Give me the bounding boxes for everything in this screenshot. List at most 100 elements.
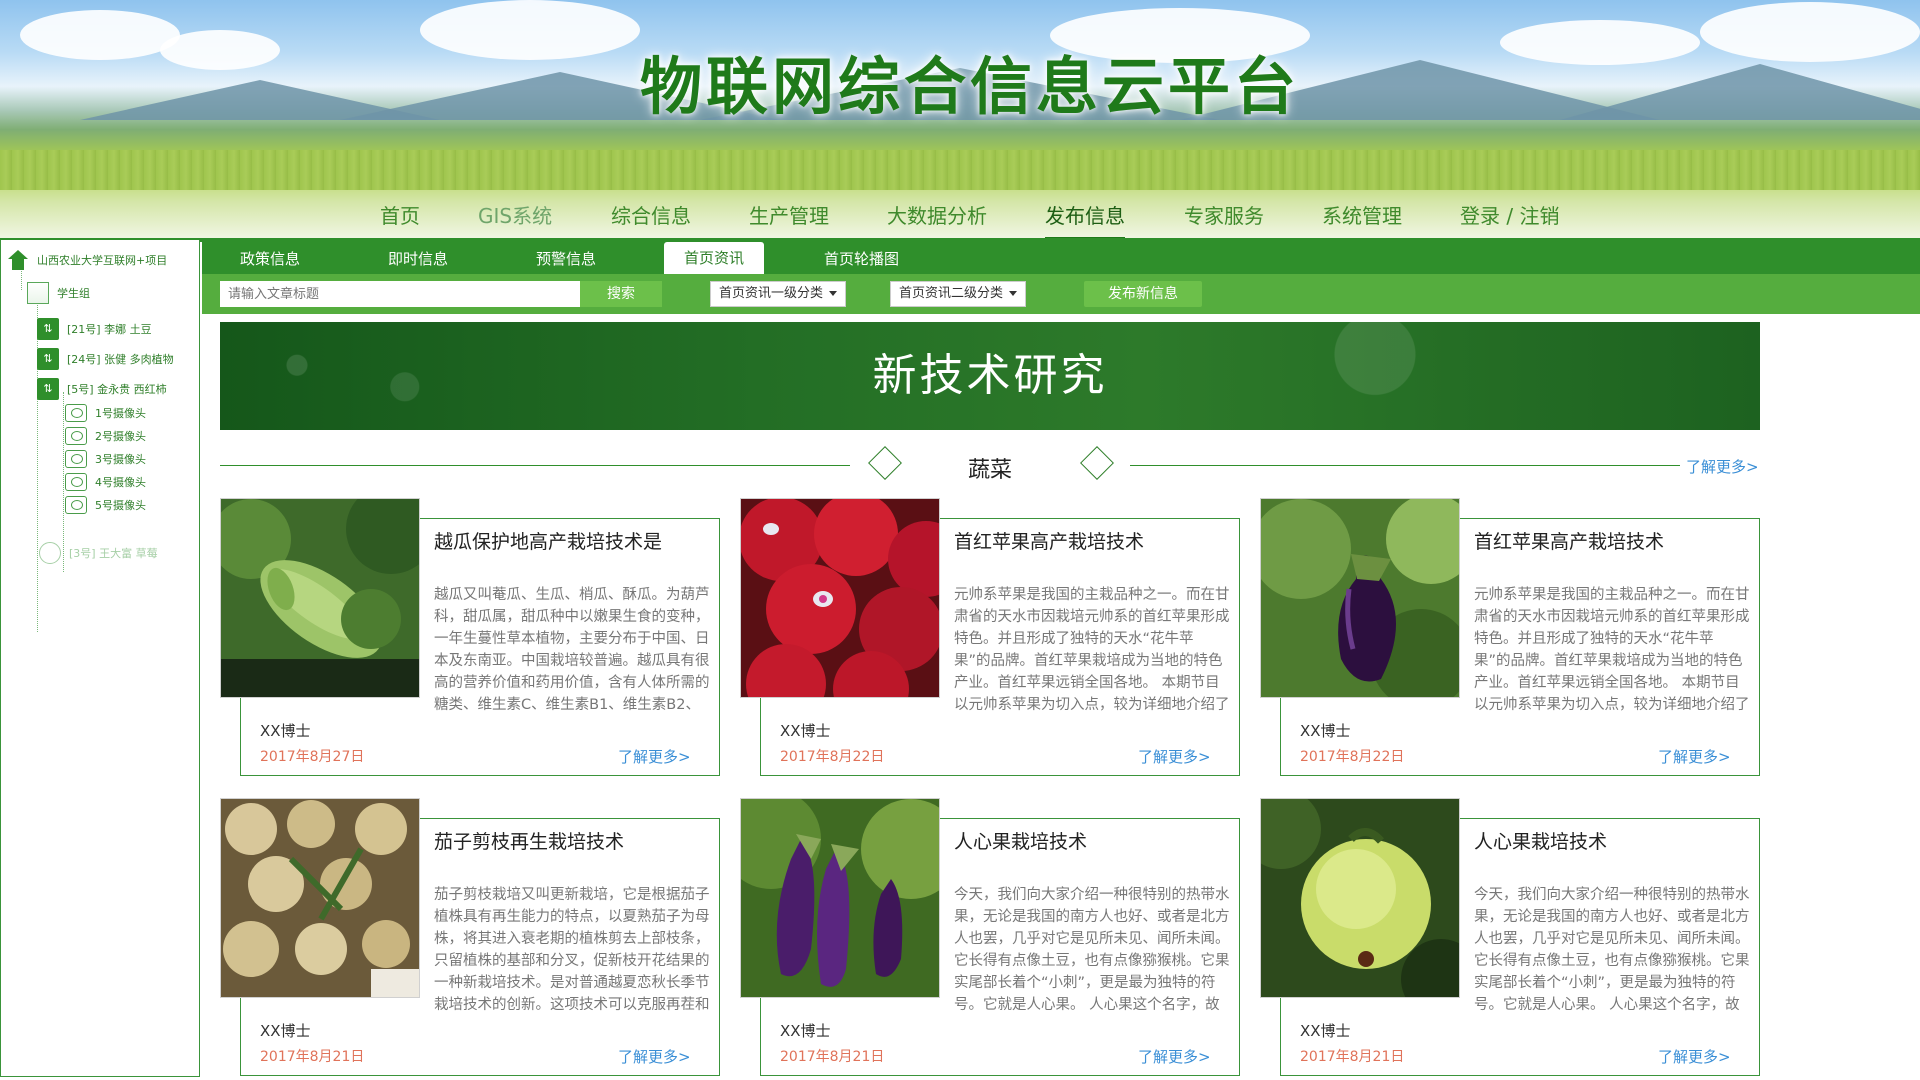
article-title[interactable]: 人心果栽培技术 bbox=[954, 828, 1224, 857]
tree-camera-label: 5号摄像头 bbox=[95, 499, 146, 512]
tree-camera-label: 4号摄像头 bbox=[95, 476, 146, 489]
tree-group-label: 学生组 bbox=[57, 287, 90, 300]
field bbox=[0, 150, 1920, 190]
nav-publish[interactable]: 发布信息 bbox=[1045, 200, 1125, 240]
article-summary: 今天，我们向大家介绍一种很特别的热带水果，无论是我国的南方人也好、或者是北方人也… bbox=[954, 887, 1230, 1013]
article-image-eggplant[interactable] bbox=[1260, 498, 1460, 698]
tab-warning[interactable]: 预警信息 bbox=[536, 248, 596, 269]
header-banner: 物联网综合信息云平台 首页 GIS系统 综合信息 生产管理 大数据分析 发布信息… bbox=[0, 0, 1920, 240]
article-author: XX博士 bbox=[260, 1022, 311, 1040]
camera-icon bbox=[65, 473, 87, 491]
article-card[interactable]: 茄子剪枝再生栽培技术 茄子剪枝栽培又叫更新栽培，它是根据茄子植株具有再生能力的特… bbox=[220, 798, 740, 1078]
nav-expert[interactable]: 专家服务 bbox=[1184, 200, 1264, 237]
home-icon bbox=[7, 250, 29, 270]
divider-line bbox=[220, 465, 850, 466]
tree-camera[interactable]: 4号摄像头 bbox=[65, 473, 146, 491]
node-icon: ⇅ bbox=[37, 318, 59, 340]
mountain bbox=[1560, 64, 1920, 120]
article-author: XX博士 bbox=[260, 722, 311, 740]
article-title[interactable]: 首红苹果高产栽培技术 bbox=[954, 528, 1224, 557]
tree-camera[interactable]: 5号摄像头 bbox=[65, 496, 146, 514]
sidebar-tree: 山西农业大学互联网+项目 学生组 ⇅ [21号] 李娜 土豆 ⇅ [24号] 张… bbox=[0, 240, 200, 1077]
toolbar: 搜索 首页资讯一级分类 首页资讯二级分类 发布新信息 bbox=[202, 274, 1920, 314]
tree-node-label: [5号] 金永贵 西红柿 bbox=[67, 383, 167, 396]
article-title[interactable]: 首红苹果高产栽培技术 bbox=[1474, 528, 1744, 557]
cloud bbox=[160, 30, 280, 70]
article-image-apples[interactable] bbox=[740, 498, 940, 698]
search-button[interactable]: 搜索 bbox=[580, 281, 662, 307]
article-summary: 元帅系苹果是我国的主栽品种之一。而在甘肃省的天水市因栽培元帅系的首红苹果形成特色… bbox=[954, 587, 1230, 713]
tab-home-news[interactable]: 首页资讯 bbox=[664, 242, 765, 274]
tree-node-label: [24号] 张健 多肉植物 bbox=[67, 353, 174, 366]
nav-bigdata[interactable]: 大数据分析 bbox=[887, 200, 987, 237]
site-title: 物联网综合信息云平台 bbox=[640, 50, 1301, 123]
article-image-potatoes[interactable] bbox=[220, 798, 420, 998]
tree-camera-label: 2号摄像头 bbox=[95, 430, 146, 443]
article-date: 2017年8月22日 bbox=[1300, 749, 1405, 765]
read-more-link[interactable]: 了解更多> bbox=[618, 1046, 691, 1067]
article-card[interactable]: 人心果栽培技术 今天，我们向大家介绍一种很特别的热带水果，无论是我国的南方人也好… bbox=[740, 798, 1260, 1078]
nav-production[interactable]: 生产管理 bbox=[749, 200, 829, 237]
camera-icon bbox=[65, 450, 87, 468]
read-more-link[interactable]: 了解更多> bbox=[1658, 746, 1731, 767]
node-icon: ⇅ bbox=[37, 378, 59, 400]
article-title[interactable]: 茄子剪枝再生栽培技术 bbox=[434, 828, 704, 857]
nav-home[interactable]: 首页 bbox=[380, 200, 420, 237]
article-summary: 元帅系苹果是我国的主栽品种之一。而在甘肃省的天水市因栽培元帅系的首红苹果形成特色… bbox=[1474, 587, 1750, 713]
article-card[interactable]: 首红苹果高产栽培技术 元帅系苹果是我国的主栽品种之一。而在甘肃省的天水市因栽培元… bbox=[1260, 498, 1780, 778]
category-select-2[interactable]: 首页资讯二级分类 bbox=[890, 281, 1027, 307]
article-image-sapodilla[interactable] bbox=[1260, 798, 1460, 998]
article-card[interactable]: 越瓜保护地高产栽培技术是 越瓜又叫菴瓜、生瓜、梢瓜、酥瓜。为葫芦科，甜瓜属，甜瓜… bbox=[220, 498, 740, 778]
search-input[interactable] bbox=[220, 281, 580, 307]
article-date: 2017年8月21日 bbox=[260, 1049, 365, 1065]
nav-info[interactable]: 综合信息 bbox=[611, 200, 691, 237]
tree-camera[interactable]: 2号摄像头 bbox=[65, 427, 146, 445]
article-image-zucchini[interactable] bbox=[220, 498, 420, 698]
group-icon bbox=[27, 282, 49, 304]
tree-node-label: [21号] 李娜 土豆 bbox=[67, 323, 152, 336]
cloud bbox=[20, 10, 180, 60]
tree-camera-label: 3号摄像头 bbox=[95, 453, 146, 466]
read-more-link[interactable]: 了解更多> bbox=[1138, 746, 1211, 767]
article-image-eggplants[interactable] bbox=[740, 798, 940, 998]
article-card[interactable]: 首红苹果高产栽培技术 元帅系苹果是我国的主栽品种之一。而在甘肃省的天水市因栽培元… bbox=[740, 498, 1260, 778]
tree-node[interactable]: ⇅ [21号] 李娜 土豆 bbox=[37, 318, 152, 340]
tree-camera[interactable]: 3号摄像头 bbox=[65, 450, 146, 468]
tree-node-label: [3号] 王大富 草莓 bbox=[69, 547, 158, 560]
article-title[interactable]: 越瓜保护地高产栽培技术是 bbox=[434, 528, 704, 557]
hero-banner: 新技术研究 bbox=[220, 322, 1760, 430]
article-date: 2017年8月21日 bbox=[1300, 1049, 1405, 1065]
section-more-link[interactable]: 了解更多> bbox=[1686, 456, 1759, 477]
tree-node-inactive[interactable]: [3号] 王大富 草莓 bbox=[39, 542, 158, 564]
article-title[interactable]: 人心果栽培技术 bbox=[1474, 828, 1744, 857]
tree-root[interactable]: 山西农业大学互联网+项目 bbox=[7, 250, 167, 270]
tree-camera-label: 1号摄像头 bbox=[95, 407, 146, 420]
article-summary: 今天，我们向大家介绍一种很特别的热带水果，无论是我国的南方人也好、或者是北方人也… bbox=[1474, 887, 1750, 1013]
main-nav: 首页 GIS系统 综合信息 生产管理 大数据分析 发布信息 专家服务 系统管理 … bbox=[0, 200, 1920, 240]
nav-gis[interactable]: GIS系统 bbox=[478, 200, 552, 237]
camera-icon bbox=[65, 496, 87, 514]
read-more-link[interactable]: 了解更多> bbox=[618, 746, 691, 767]
node-icon: ⇅ bbox=[37, 348, 59, 370]
article-author: XX博士 bbox=[1300, 722, 1351, 740]
read-more-link[interactable]: 了解更多> bbox=[1658, 1046, 1731, 1067]
tab-carousel[interactable]: 首页轮播图 bbox=[824, 248, 899, 269]
tab-policy[interactable]: 政策信息 bbox=[240, 248, 300, 269]
tree-group[interactable]: 学生组 bbox=[27, 282, 90, 304]
tree-camera[interactable]: 1号摄像头 bbox=[65, 404, 146, 422]
hero-title: 新技术研究 bbox=[872, 350, 1108, 401]
tree-node[interactable]: ⇅ [24号] 张健 多肉植物 bbox=[37, 348, 174, 370]
camera-icon bbox=[65, 427, 87, 445]
article-summary: 越瓜又叫菴瓜、生瓜、梢瓜、酥瓜。为葫芦科，甜瓜属，甜瓜种中以嫩果生食的变种，一年… bbox=[434, 587, 710, 713]
diamond-icon bbox=[1080, 446, 1114, 480]
tree-root-label: 山西农业大学互联网+项目 bbox=[37, 254, 168, 267]
article-card[interactable]: 人心果栽培技术 今天，我们向大家介绍一种很特别的热带水果，无论是我国的南方人也好… bbox=[1260, 798, 1780, 1078]
article-date: 2017年8月22日 bbox=[780, 749, 885, 765]
publish-button[interactable]: 发布新信息 bbox=[1084, 281, 1202, 307]
nav-system[interactable]: 系统管理 bbox=[1322, 200, 1402, 237]
category-select-1[interactable]: 首页资讯一级分类 bbox=[710, 281, 847, 307]
read-more-link[interactable]: 了解更多> bbox=[1138, 1046, 1211, 1067]
nav-login[interactable]: 登录 / 注销 bbox=[1460, 200, 1559, 237]
tab-instant[interactable]: 即时信息 bbox=[388, 248, 448, 269]
tree-node[interactable]: ⇅ [5号] 金永贵 西红柿 bbox=[37, 378, 167, 400]
